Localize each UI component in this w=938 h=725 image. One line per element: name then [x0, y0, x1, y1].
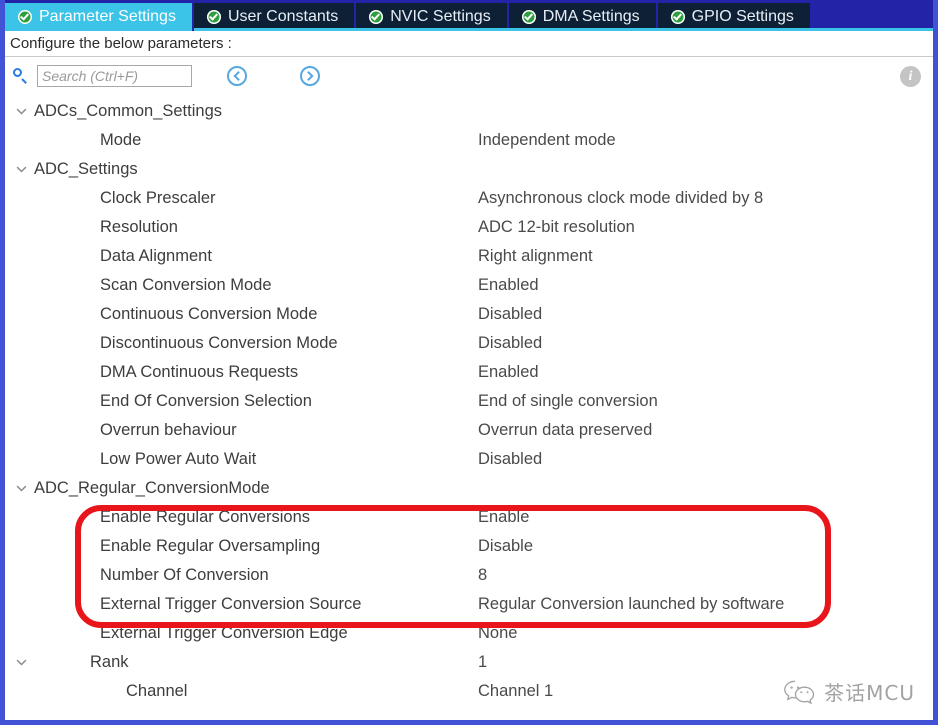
- parameter-label: Enable Regular Oversampling: [100, 537, 321, 555]
- parameter-label: Clock Prescaler: [100, 189, 216, 207]
- parameter-label: DMA Continuous Requests: [100, 363, 299, 381]
- parameter-value[interactable]: 1: [478, 653, 487, 672]
- tab-user-constants[interactable]: User Constants: [193, 3, 357, 31]
- parameter-label: Number Of Conversion: [100, 566, 269, 584]
- configure-header: Configure the below parameters :: [5, 31, 933, 57]
- tab-label: GPIO Settings: [691, 8, 794, 25]
- check-circle-icon: [670, 10, 685, 24]
- chevron-down-icon[interactable]: [12, 656, 30, 669]
- parameter-label: Discontinuous Conversion Mode: [100, 334, 338, 352]
- parameter-value[interactable]: Enabled: [478, 276, 539, 295]
- search-icon: [13, 68, 29, 84]
- parameter-value[interactable]: Overrun data preserved: [478, 421, 652, 440]
- check-circle-icon: [206, 10, 221, 24]
- parameter-value[interactable]: Right alignment: [478, 247, 593, 266]
- tree-parameter-row[interactable]: Data Alignment Right alignment: [5, 242, 933, 271]
- tree-parameter-row[interactable]: Enable Regular Conversions Enable: [5, 503, 933, 532]
- tree-parameter-row[interactable]: End Of Conversion Selection End of single…: [5, 387, 933, 416]
- chevron-left-circle-icon[interactable]: [227, 66, 247, 86]
- parameter-label: Low Power Auto Wait: [100, 450, 257, 468]
- tab-dma-settings[interactable]: DMA Settings: [508, 3, 658, 31]
- parameter-value[interactable]: Regular Conversion launched by software: [478, 595, 784, 614]
- tree-parameter-row[interactable]: Rank 1: [5, 648, 933, 677]
- tree-parameter-row[interactable]: External Trigger Conversion Edge None: [5, 619, 933, 648]
- parameter-label: Rank: [90, 653, 129, 671]
- parameter-label: Overrun behaviour: [100, 421, 237, 439]
- parameter-value[interactable]: Independent mode: [478, 131, 616, 150]
- parameter-value[interactable]: Disabled: [478, 334, 542, 353]
- watermark-text: 茶话MCU: [824, 681, 915, 705]
- search-toolbar: i: [5, 57, 933, 95]
- parameter-label: Scan Conversion Mode: [100, 276, 272, 294]
- parameter-label: Channel: [126, 682, 188, 700]
- parameter-settings-panel: Parameter Settings User Constants NVIC Set…: [0, 0, 938, 725]
- tree-parameter-row[interactable]: Number Of Conversion 8: [5, 561, 933, 590]
- tree-parameter-row[interactable]: Discontinuous Conversion Mode Disabled: [5, 329, 933, 358]
- parameter-value[interactable]: Enable: [478, 508, 529, 527]
- parameter-value[interactable]: Disabled: [478, 450, 542, 469]
- tree-parameter-row[interactable]: Overrun behaviour Overrun data preserved: [5, 416, 933, 445]
- chevron-down-icon[interactable]: [12, 482, 30, 495]
- parameter-label: Mode: [100, 131, 142, 149]
- parameter-value[interactable]: Channel 1: [478, 682, 553, 701]
- parameter-label: External Trigger Conversion Edge: [100, 624, 348, 642]
- parameter-value[interactable]: Disabled: [478, 305, 542, 324]
- tree-group-row[interactable]: ADC_Settings: [5, 155, 933, 184]
- tree-parameter-row[interactable]: External Trigger Conversion Source Regula…: [5, 590, 933, 619]
- wechat-icon: [784, 680, 815, 704]
- parameter-value[interactable]: Asynchronous clock mode divided by 8: [478, 189, 763, 208]
- search-input[interactable]: [37, 65, 192, 87]
- parameter-label: ADC_Regular_ConversionMode: [34, 479, 270, 497]
- tab-gpio-settings[interactable]: GPIO Settings: [657, 3, 812, 31]
- tree-parameter-row[interactable]: Scan Conversion Mode Enabled: [5, 271, 933, 300]
- chevron-down-icon[interactable]: [12, 105, 30, 118]
- info-icon[interactable]: i: [900, 66, 921, 87]
- tab-bar: Parameter Settings User Constants NVIC Set…: [5, 0, 933, 31]
- tab-label: User Constants: [227, 8, 339, 25]
- tab-nvic-settings[interactable]: NVIC Settings: [356, 3, 509, 31]
- parameter-label: Data Alignment: [100, 247, 212, 265]
- parameter-value[interactable]: None: [478, 624, 517, 643]
- parameter-label: Continuous Conversion Mode: [100, 305, 318, 323]
- tab-label: DMA Settings: [542, 8, 640, 25]
- parameter-label: End Of Conversion Selection: [100, 392, 312, 410]
- chevron-right-circle-icon[interactable]: [300, 66, 320, 86]
- parameter-value[interactable]: ADC 12-bit resolution: [478, 218, 635, 237]
- check-circle-icon: [521, 10, 536, 24]
- chevron-down-icon[interactable]: [12, 163, 30, 176]
- parameter-tree: ADCs_Common_Settings Mode Independent mode…: [5, 95, 933, 706]
- tab-label: Parameter Settings: [39, 8, 176, 25]
- parameter-label: ADCs_Common_Settings: [34, 102, 222, 120]
- tab-parameter-settings[interactable]: Parameter Settings: [5, 3, 194, 31]
- parameter-label: Resolution: [100, 218, 178, 236]
- tab-label: NVIC Settings: [390, 8, 491, 25]
- tree-parameter-row[interactable]: Resolution ADC 12-bit resolution: [5, 213, 933, 242]
- parameter-label: Enable Regular Conversions: [100, 508, 311, 526]
- tree-group-row[interactable]: ADC_Regular_ConversionMode: [5, 474, 933, 503]
- parameter-value[interactable]: 8: [478, 566, 487, 585]
- parameter-value[interactable]: End of single conversion: [478, 392, 658, 411]
- parameter-value[interactable]: Enabled: [478, 363, 539, 382]
- tree-parameter-row[interactable]: Mode Independent mode: [5, 126, 933, 155]
- parameter-value[interactable]: Disable: [478, 537, 533, 556]
- tree-group-row[interactable]: ADCs_Common_Settings: [5, 97, 933, 126]
- check-circle-icon: [18, 10, 32, 24]
- configure-label: Configure the below parameters :: [10, 35, 232, 52]
- tree-parameter-row[interactable]: Low Power Auto Wait Disabled: [5, 445, 933, 474]
- parameter-label: External Trigger Conversion Source: [100, 595, 362, 613]
- parameter-label: ADC_Settings: [34, 160, 138, 178]
- tree-parameter-row[interactable]: Continuous Conversion Mode Disabled: [5, 300, 933, 329]
- tree-parameter-row[interactable]: Clock Prescaler Asynchronous clock mode d…: [5, 184, 933, 213]
- check-circle-icon: [369, 10, 384, 24]
- tree-parameter-row[interactable]: DMA Continuous Requests Enabled: [5, 358, 933, 387]
- watermark: 茶话MCU: [783, 677, 915, 706]
- tree-parameter-row[interactable]: Enable Regular Oversampling Disable: [5, 532, 933, 561]
